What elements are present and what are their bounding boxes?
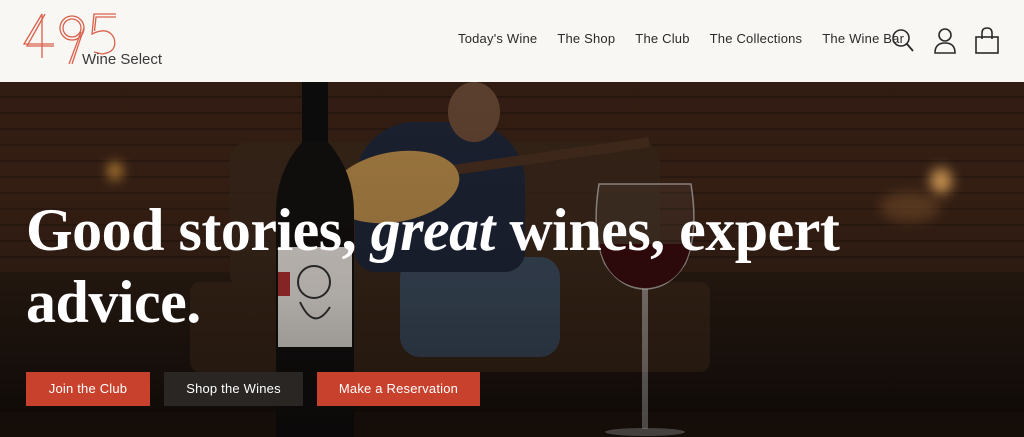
logo[interactable]: Wine Select <box>20 10 170 72</box>
site-header: Wine Select Today's Wine The Shop The Cl… <box>0 0 1024 82</box>
nav-item-todays-wine[interactable]: Today's Wine <box>458 31 537 46</box>
headline-emphasis: great <box>370 197 496 263</box>
nav-item-the-club[interactable]: The Club <box>635 31 689 46</box>
make-a-reservation-button[interactable]: Make a Reservation <box>317 372 480 406</box>
nav-item-the-collections[interactable]: The Collections <box>710 31 803 46</box>
logo-text: Wine Select <box>82 51 163 68</box>
bag-icon[interactable] <box>974 27 1000 60</box>
shop-the-wines-button[interactable]: Shop the Wines <box>164 372 303 406</box>
hero-banner: Good stories, great wines, expert advice… <box>0 82 1024 437</box>
hero-headline: Good stories, great wines, expert advice… <box>26 194 926 338</box>
account-icon[interactable] <box>933 27 957 60</box>
main-nav: Today's Wine The Shop The Club The Colle… <box>452 31 924 46</box>
headline-part-1: Good stories, <box>26 197 371 263</box>
nav-item-the-shop[interactable]: The Shop <box>557 31 615 46</box>
search-icon[interactable] <box>891 27 915 58</box>
join-the-club-button[interactable]: Join the Club <box>26 372 150 406</box>
